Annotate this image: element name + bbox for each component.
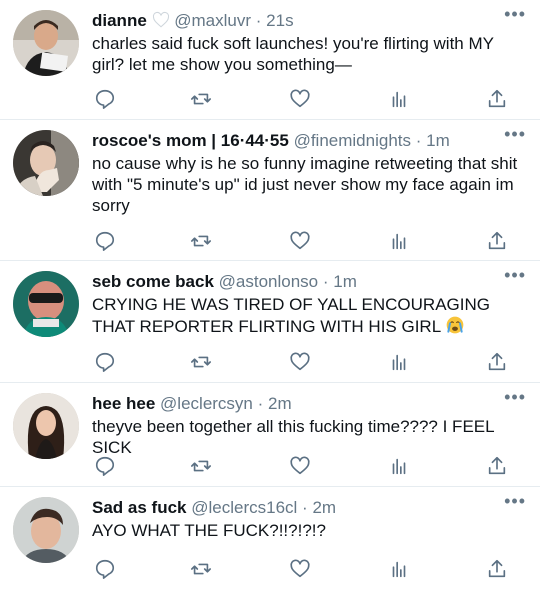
handle[interactable]: @finemidnights xyxy=(294,131,411,150)
retweet-icon[interactable] xyxy=(190,230,214,254)
reply-icon[interactable] xyxy=(94,558,118,582)
white-heart-icon xyxy=(152,11,169,28)
retweet-icon[interactable] xyxy=(190,455,214,479)
tweet[interactable]: dianne @maxluvr · 21s ••• charles said f… xyxy=(0,0,540,120)
tweet-text: CRYING HE WAS TIRED OF YALL ENCOURAGING … xyxy=(92,295,490,336)
share-icon[interactable] xyxy=(486,351,510,375)
separator: · xyxy=(415,131,422,150)
tweet-header: dianne @maxluvr · 21s xyxy=(92,9,500,33)
handle[interactable]: @leclercsyn xyxy=(160,394,253,413)
tweet-text: no cause why is he so funny imagine retw… xyxy=(92,154,518,215)
tweet[interactable]: roscoe's mom | 16·44·55 @finemidnights ·… xyxy=(0,120,540,261)
more-options-icon[interactable]: ••• xyxy=(504,4,526,25)
handle[interactable]: @leclercs16cl xyxy=(191,498,297,517)
like-icon[interactable] xyxy=(289,230,313,254)
share-icon[interactable] xyxy=(486,230,510,254)
share-icon[interactable] xyxy=(486,88,510,112)
tweet-actions xyxy=(92,230,512,254)
separator: · xyxy=(322,272,329,291)
reply-icon[interactable] xyxy=(94,88,118,112)
avatar-image xyxy=(13,497,79,563)
display-name[interactable]: Sad as fuck xyxy=(92,498,187,517)
like-icon[interactable] xyxy=(289,351,313,375)
more-options-icon[interactable]: ••• xyxy=(504,387,526,408)
avatar-image xyxy=(13,393,79,459)
reply-icon[interactable] xyxy=(94,455,118,479)
analytics-icon[interactable] xyxy=(388,230,412,254)
reply-icon[interactable] xyxy=(94,230,118,254)
tweet-actions xyxy=(92,351,512,375)
like-icon[interactable] xyxy=(289,88,313,112)
tweet-text: charles said fuck soft launches! you're … xyxy=(92,34,494,74)
display-name[interactable]: hee hee xyxy=(92,394,155,413)
tweet-header: Sad as fuck @leclercs16cl · 2m xyxy=(92,496,500,520)
tweet-actions xyxy=(92,88,512,112)
avatar[interactable] xyxy=(13,130,79,196)
timestamp[interactable]: 2m xyxy=(268,394,292,413)
display-name[interactable]: roscoe's mom | 16·44·55 xyxy=(92,131,289,150)
retweet-icon[interactable] xyxy=(190,351,214,375)
avatar[interactable] xyxy=(13,393,79,459)
avatar-image xyxy=(13,130,79,196)
handle[interactable]: @maxluvr xyxy=(174,11,251,30)
timestamp[interactable]: 21s xyxy=(266,11,293,30)
avatar-image xyxy=(13,10,79,76)
display-name[interactable]: seb come back xyxy=(92,272,214,291)
more-options-icon[interactable]: ••• xyxy=(504,491,526,512)
tweet-feed: dianne @maxluvr · 21s ••• charles said f… xyxy=(0,0,540,592)
more-options-icon[interactable]: ••• xyxy=(504,124,526,145)
tweet[interactable]: hee hee @leclercsyn · 2m ••• theyve been… xyxy=(0,383,540,487)
display-name[interactable]: dianne xyxy=(92,11,147,30)
share-icon[interactable] xyxy=(486,455,510,479)
timestamp[interactable]: 2m xyxy=(312,498,336,517)
analytics-icon[interactable] xyxy=(388,88,412,112)
timestamp[interactable]: 1m xyxy=(426,131,450,150)
analytics-icon[interactable] xyxy=(388,455,412,479)
tweet[interactable]: Sad as fuck @leclercs16cl · 2m ••• AYO W… xyxy=(0,487,540,592)
tweet-header: hee hee @leclercsyn · 2m xyxy=(92,392,500,416)
tweet-text: theyve been together all this fucking ti… xyxy=(92,417,494,457)
like-icon[interactable] xyxy=(289,558,313,582)
crying-face-emoji xyxy=(446,316,464,334)
reply-icon[interactable] xyxy=(94,351,118,375)
tweet-text: AYO WHAT THE FUCK?!!?!?!? xyxy=(92,521,326,540)
timestamp[interactable]: 1m xyxy=(333,272,357,291)
like-icon[interactable] xyxy=(289,455,313,479)
separator: · xyxy=(302,498,308,517)
avatar[interactable] xyxy=(13,271,79,337)
retweet-icon[interactable] xyxy=(190,558,214,582)
avatar-image xyxy=(13,271,79,337)
tweet[interactable]: seb come back @astonlonso · 1m ••• CRYIN… xyxy=(0,261,540,383)
tweet-actions xyxy=(92,558,512,582)
share-icon[interactable] xyxy=(486,558,510,582)
tweet-header: roscoe's mom | 16·44·55 @finemidnights ·… xyxy=(92,129,500,153)
avatar[interactable] xyxy=(13,10,79,76)
more-options-icon[interactable]: ••• xyxy=(504,265,526,286)
retweet-icon[interactable] xyxy=(190,88,214,112)
avatar[interactable] xyxy=(13,497,79,563)
analytics-icon[interactable] xyxy=(388,351,412,375)
handle[interactable]: @astonlonso xyxy=(219,272,319,291)
tweet-header: seb come back @astonlonso · 1m xyxy=(92,270,500,294)
analytics-icon[interactable] xyxy=(388,558,412,582)
separator: · xyxy=(255,11,262,30)
tweet-actions xyxy=(92,455,512,479)
tweet-text-block: CRYING HE WAS TIRED OF YALL ENCOURAGING … xyxy=(92,294,528,337)
separator: · xyxy=(257,394,264,413)
